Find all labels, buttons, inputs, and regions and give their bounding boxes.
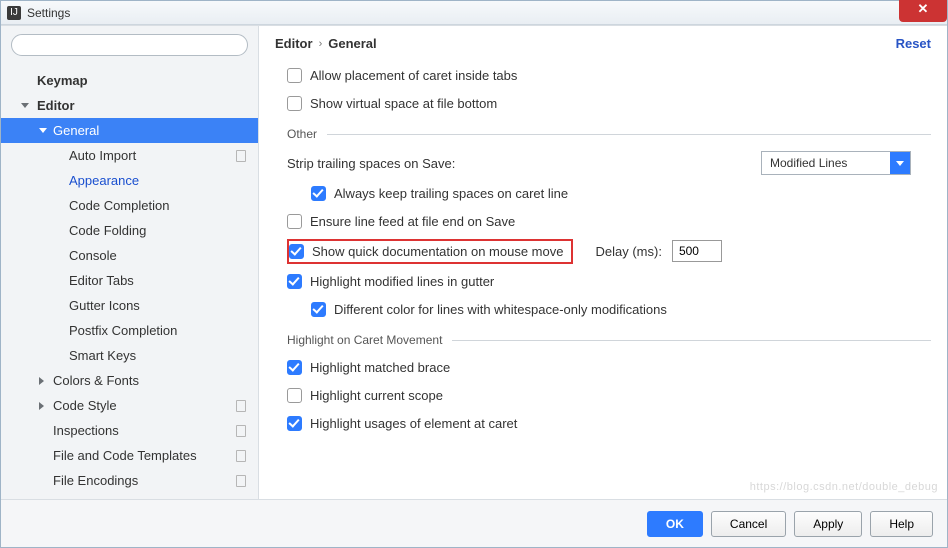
tree-item-smart-keys[interactable]: Smart Keys — [1, 343, 258, 368]
window-title: Settings — [27, 6, 70, 20]
option-usages[interactable]: Highlight usages of element at caret — [287, 409, 931, 437]
tree-item-gutter-icons[interactable]: Gutter Icons — [1, 293, 258, 318]
checkbox-icon[interactable] — [287, 68, 302, 83]
checkbox-icon[interactable] — [287, 274, 302, 289]
tree-item-colors-fonts[interactable]: Colors & Fonts — [1, 368, 258, 393]
checkbox-icon[interactable] — [287, 96, 302, 111]
tree-item-auto-import[interactable]: Auto Import — [1, 143, 258, 168]
tree-item-editor[interactable]: Editor — [1, 93, 258, 118]
settings-content: Allow placement of caret inside tabs Sho… — [259, 57, 947, 499]
checkbox-icon[interactable] — [289, 244, 304, 259]
help-button[interactable]: Help — [870, 511, 933, 537]
breadcrumb: Editor › General Reset — [259, 26, 947, 57]
cancel-button[interactable]: Cancel — [711, 511, 786, 537]
section-other: Other — [287, 127, 931, 141]
main-panel: Editor › General Reset Allow placement o… — [259, 26, 947, 499]
tree-item-code-folding[interactable]: Code Folding — [1, 218, 258, 243]
tree-item-editor-tabs[interactable]: Editor Tabs — [1, 268, 258, 293]
strip-trailing-select[interactable]: Modified Lines — [761, 151, 911, 175]
option-virtual-space[interactable]: Show virtual space at file bottom — [287, 89, 931, 117]
chevron-down-icon — [890, 152, 910, 174]
checkbox-icon[interactable] — [287, 360, 302, 375]
tree-item-file-templates[interactable]: File and Code Templates — [1, 443, 258, 468]
checkbox-icon[interactable] — [311, 302, 326, 317]
sidebar: Keymap Editor General Auto Import Appear… — [1, 26, 259, 499]
breadcrumb-general: General — [328, 36, 376, 51]
delay-label: Delay (ms): — [595, 244, 661, 259]
option-diff-color[interactable]: Different color for lines with whitespac… — [287, 295, 931, 323]
project-badge-icon — [236, 150, 246, 162]
project-badge-icon — [236, 475, 246, 487]
checkbox-icon[interactable] — [287, 416, 302, 431]
breadcrumb-editor[interactable]: Editor — [275, 36, 313, 51]
reset-link[interactable]: Reset — [896, 36, 931, 51]
apply-button[interactable]: Apply — [794, 511, 862, 537]
chevron-right-icon: › — [319, 38, 323, 50]
tree-item-general[interactable]: General — [1, 118, 258, 143]
tree-item-file-encodings[interactable]: File Encodings — [1, 468, 258, 493]
settings-tree: Keymap Editor General Auto Import Appear… — [1, 64, 258, 499]
search-input[interactable] — [11, 34, 248, 56]
option-line-feed[interactable]: Ensure line feed at file end on Save — [287, 207, 931, 235]
watermark: https://blog.csdn.net/double_debug — [750, 481, 938, 493]
checkbox-icon[interactable] — [287, 388, 302, 403]
project-badge-icon — [236, 400, 246, 412]
option-quick-doc[interactable]: Show quick documentation on mouse move — [312, 244, 563, 259]
tree-item-appearance[interactable]: Appearance — [1, 168, 258, 193]
tree-item-postfix-completion[interactable]: Postfix Completion — [1, 318, 258, 343]
checkbox-icon[interactable] — [311, 186, 326, 201]
delay-input[interactable] — [672, 240, 722, 262]
option-current-scope[interactable]: Highlight current scope — [287, 381, 931, 409]
title-bar: IJ Settings ✕ — [1, 1, 947, 25]
project-badge-icon — [236, 450, 246, 462]
tree-item-code-completion[interactable]: Code Completion — [1, 193, 258, 218]
highlight-quick-doc: Show quick documentation on mouse move — [287, 239, 573, 264]
option-matched-brace[interactable]: Highlight matched brace — [287, 353, 931, 381]
dialog-footer: OK Cancel Apply Help — [1, 499, 947, 547]
close-button[interactable]: ✕ — [899, 0, 947, 22]
checkbox-icon[interactable] — [287, 214, 302, 229]
app-icon: IJ — [7, 6, 21, 20]
strip-trailing-label: Strip trailing spaces on Save: — [287, 156, 455, 171]
tree-item-inspections[interactable]: Inspections — [1, 418, 258, 443]
tree-item-console[interactable]: Console — [1, 243, 258, 268]
option-caret-inside-tabs[interactable]: Allow placement of caret inside tabs — [287, 61, 931, 89]
option-keep-trailing[interactable]: Always keep trailing spaces on caret lin… — [287, 179, 931, 207]
project-badge-icon — [236, 425, 246, 437]
tree-item-code-style[interactable]: Code Style — [1, 393, 258, 418]
tree-item-keymap[interactable]: Keymap — [1, 68, 258, 93]
option-highlight-gutter[interactable]: Highlight modified lines in gutter — [287, 267, 931, 295]
section-caret-movement: Highlight on Caret Movement — [287, 333, 931, 347]
ok-button[interactable]: OK — [647, 511, 703, 537]
